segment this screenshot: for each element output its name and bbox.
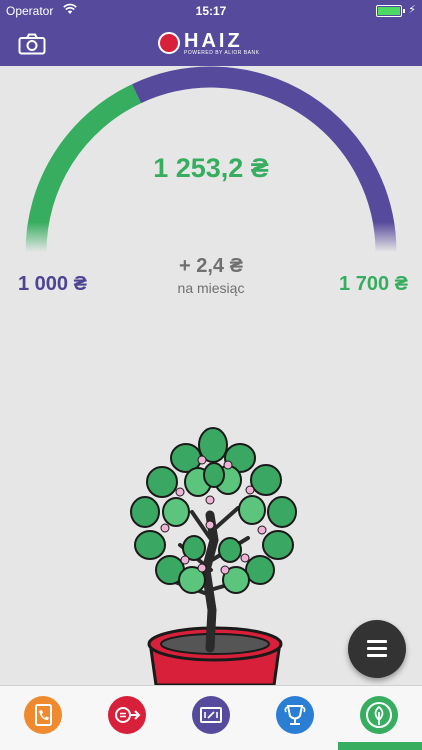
gauge-min-value: 1 000 bbox=[18, 273, 69, 295]
hamburger-icon-line bbox=[367, 647, 387, 650]
camera-icon bbox=[18, 33, 46, 55]
bottom-tab-bar bbox=[0, 685, 422, 750]
hamburger-icon bbox=[367, 640, 387, 643]
battery-icon bbox=[376, 5, 405, 17]
current-balance: 1 253,2 ₴ bbox=[0, 153, 422, 184]
clock: 15:17 bbox=[195, 4, 227, 18]
logo-subtitle: POWERED BY ALIOR BANK bbox=[184, 50, 260, 56]
gauge-max-value: 1 700 bbox=[339, 273, 390, 295]
tab-transfer[interactable] bbox=[108, 696, 146, 734]
tree-icon bbox=[366, 702, 392, 728]
trophy-icon bbox=[284, 705, 306, 725]
currency-icon: ₴ bbox=[73, 273, 87, 295]
app-logo: HAIZ POWERED BY ALIOR BANK bbox=[158, 30, 260, 58]
contact-book-icon bbox=[35, 704, 52, 726]
savings-tree-illustration bbox=[130, 427, 297, 685]
camera-button[interactable] bbox=[18, 33, 46, 55]
currency-icon: ₴ bbox=[229, 255, 243, 277]
tab-contacts[interactable] bbox=[24, 696, 62, 734]
tab-savings-tree[interactable] bbox=[360, 696, 398, 734]
monthly-change-value: + 2,4 bbox=[179, 255, 225, 277]
currency-transfer-icon bbox=[115, 707, 141, 723]
tab-rewards[interactable] bbox=[276, 696, 314, 734]
active-tab-indicator bbox=[338, 742, 422, 750]
gauge-max: 1 700 ₴ bbox=[339, 273, 408, 296]
charging-icon: ⚡ bbox=[408, 4, 416, 16]
logo-emblem-icon bbox=[158, 32, 180, 54]
ticket-icon bbox=[200, 707, 222, 723]
menu-button[interactable] bbox=[348, 620, 406, 678]
tab-vouchers[interactable] bbox=[192, 696, 230, 734]
top-bar: Operator 15:17 ⚡ HAIZ POWERED BY ALIOR B… bbox=[0, 0, 422, 66]
current-balance-value: 1 253,2 bbox=[153, 153, 244, 183]
hamburger-icon-line bbox=[367, 654, 387, 657]
currency-icon: ₴ bbox=[250, 153, 269, 183]
gauge-min: 1 000 ₴ bbox=[18, 273, 87, 296]
currency-icon: ₴ bbox=[394, 273, 408, 295]
status-bar: Operator 15:17 ⚡ bbox=[0, 0, 422, 22]
